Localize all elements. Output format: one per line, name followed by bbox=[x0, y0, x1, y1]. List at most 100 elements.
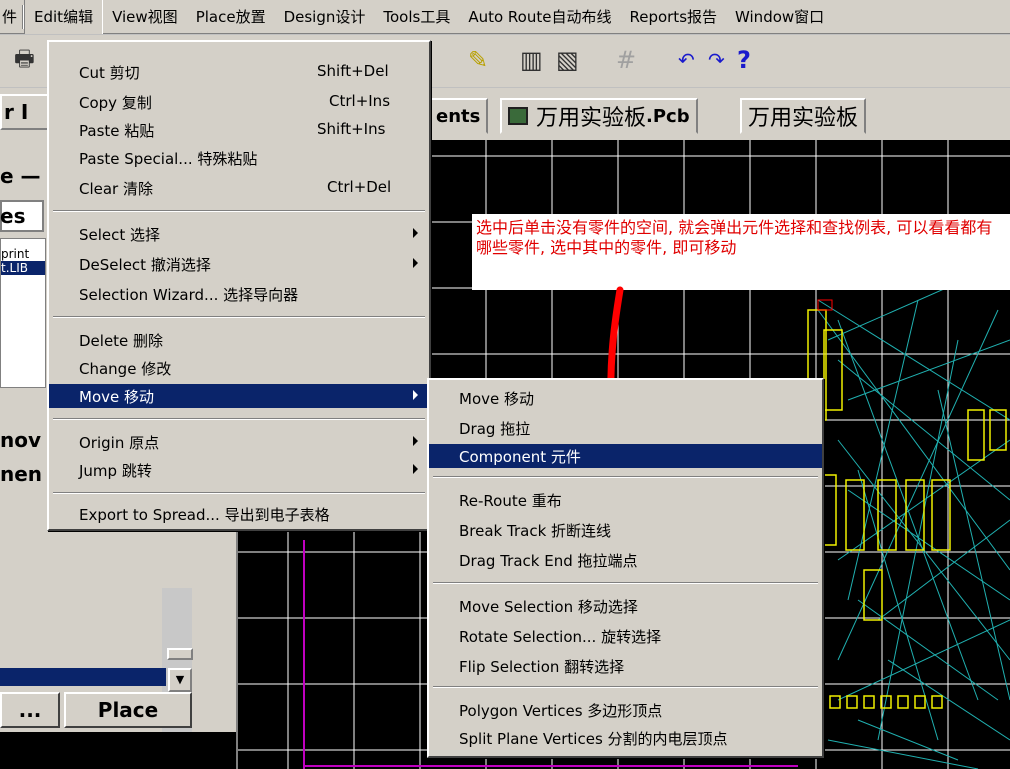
tab-board[interactable]: 万用实验板 bbox=[740, 98, 867, 134]
menu-item-break-track[interactable]: Break Track 折断连线 bbox=[429, 518, 822, 542]
component-pad bbox=[897, 695, 909, 709]
component-outline bbox=[931, 479, 951, 551]
menu-item-deselect[interactable]: DeSelect 撤消选择 bbox=[49, 252, 429, 276]
menu-item-change[interactable]: Change 修改 bbox=[49, 356, 429, 380]
component-pad bbox=[863, 695, 875, 709]
list-item[interactable]: print bbox=[1, 247, 45, 261]
menu-item-move-selection[interactable]: Move Selection 移动选择 bbox=[429, 594, 822, 618]
panel-preview bbox=[0, 732, 236, 769]
menu-item-split-plane-vertices[interactable]: Split Plane Vertices 分割的内电层顶点 bbox=[429, 726, 822, 750]
menu-item-component[interactable]: Component 元件 bbox=[429, 444, 822, 468]
menu-view[interactable]: View视图 bbox=[103, 0, 187, 34]
menu-tools[interactable]: Tools工具 bbox=[374, 0, 459, 34]
submenu-arrow-icon bbox=[413, 464, 418, 474]
browse-select-value: es bbox=[0, 204, 26, 228]
menu-item-flip-selection[interactable]: Flip Selection 翻转选择 bbox=[429, 654, 822, 678]
menu-separator bbox=[53, 418, 425, 420]
ratsnest-line bbox=[847, 339, 1010, 401]
selected-list-row[interactable] bbox=[0, 668, 166, 686]
pen-icon[interactable]: ✎ bbox=[468, 47, 488, 73]
scroll-down-arrow-icon[interactable]: ▼ bbox=[168, 668, 192, 692]
submenu-arrow-icon bbox=[413, 228, 418, 238]
ratsnest-line bbox=[857, 719, 959, 761]
tab-pcb-active[interactable]: 万用实验板 .Pcb bbox=[500, 98, 698, 134]
ratsnest-line bbox=[887, 659, 1010, 741]
component-pad bbox=[846, 695, 858, 709]
tab-label-suffix: .Pcb bbox=[646, 105, 690, 127]
library-icon[interactable]: ▥ bbox=[520, 47, 543, 73]
list-item-selected[interactable]: t.LIB bbox=[1, 261, 45, 275]
menu-separator bbox=[433, 476, 818, 478]
component-pad bbox=[914, 695, 926, 709]
tab-label: ents bbox=[436, 105, 481, 127]
menu-edit[interactable]: Edit编辑 bbox=[24, 0, 104, 34]
tab-label: 万用实验板 bbox=[748, 106, 859, 131]
menu-item-copy[interactable]: Copy 复制 Ctrl+Ins bbox=[49, 90, 429, 114]
printer-icon[interactable]: 🖶 bbox=[14, 47, 35, 73]
menu-item-rotate-selection[interactable]: Rotate Selection... 旋转选择 bbox=[429, 624, 822, 648]
ratsnest-line bbox=[827, 739, 979, 769]
menu-item-cut[interactable]: Cut 剪切 Shift+Del bbox=[49, 60, 429, 84]
tab-label: 万用实验板 bbox=[536, 106, 647, 131]
menu-window[interactable]: Window窗口 bbox=[726, 0, 833, 34]
submenu-arrow-icon bbox=[413, 258, 418, 268]
pcb-document-icon bbox=[508, 107, 528, 125]
menu-separator bbox=[433, 582, 818, 584]
menu-place[interactable]: Place放置 bbox=[187, 0, 275, 34]
scrollbar-thumb[interactable] bbox=[167, 648, 193, 660]
menu-item-origin[interactable]: Origin 原点 bbox=[49, 430, 429, 454]
ratsnest-line bbox=[857, 599, 999, 701]
menu-separator bbox=[53, 210, 425, 212]
annotation-note: 选中后单击没有零件的空间, 就会弹出元件选择和查找例表, 可以看看都有哪些零件,… bbox=[472, 214, 1010, 290]
menu-item-clear[interactable]: Clear 清除 Ctrl+Del bbox=[49, 176, 429, 200]
browse-group-label: e — bbox=[0, 164, 41, 188]
menu-separator bbox=[53, 316, 425, 318]
tab-documents[interactable]: ents bbox=[428, 98, 489, 134]
menu-file[interactable]: 件 bbox=[0, 0, 22, 34]
ratsnest-line bbox=[817, 309, 1010, 571]
menu-separator bbox=[433, 686, 818, 688]
component-pad bbox=[931, 695, 943, 709]
ratsnest-line bbox=[837, 319, 979, 701]
move-submenu: Move 移动 Drag 拖拉 Component 元件 Re-Route 重布… bbox=[427, 378, 824, 758]
undo-icon[interactable]: ↶ bbox=[678, 47, 695, 73]
menu-item-paste-special[interactable]: Paste Special... 特殊粘贴 bbox=[49, 146, 429, 170]
menu-item-move[interactable]: Move 移动 bbox=[49, 384, 429, 408]
panel-tab-label: r I bbox=[4, 100, 29, 124]
ratsnest-line bbox=[847, 489, 1010, 601]
component-label-partial: nen bbox=[0, 462, 43, 486]
menu-separator bbox=[53, 492, 425, 494]
menu-reports[interactable]: Reports报告 bbox=[620, 0, 726, 34]
menu-auto-route[interactable]: Auto Route自动布线 bbox=[459, 0, 620, 34]
move-button-partial[interactable]: nov bbox=[0, 428, 41, 452]
browse-library-icon[interactable]: ▧ bbox=[556, 47, 579, 73]
menu-item-select[interactable]: Select 选择 bbox=[49, 222, 429, 246]
component-outline bbox=[967, 409, 985, 461]
submenu-arrow-icon bbox=[413, 436, 418, 446]
grid-icon[interactable]: # bbox=[616, 47, 636, 73]
place-button[interactable]: Place bbox=[64, 692, 192, 728]
edit-menu: Cut 剪切 Shift+Del Copy 复制 Ctrl+Ins Paste … bbox=[47, 40, 431, 531]
menu-item-jump[interactable]: Jump 跳转 bbox=[49, 458, 429, 482]
menu-item-delete[interactable]: Delete 删除 bbox=[49, 328, 429, 352]
menu-item-selection-wizard[interactable]: Selection Wizard... 选择导向器 bbox=[49, 282, 429, 306]
menu-item-re-route[interactable]: Re-Route 重布 bbox=[429, 488, 822, 512]
redo-icon[interactable]: ↷ bbox=[708, 47, 725, 73]
menu-bar: 件 Edit编辑 View视图 Place放置 Design设计 Tools工具… bbox=[0, 0, 1010, 34]
menu-item-drag[interactable]: Drag 拖拉 bbox=[429, 416, 822, 440]
menu-item-export-to-spread[interactable]: Export to Spread... 导出到电子表格 bbox=[49, 502, 429, 526]
submenu-arrow-icon bbox=[413, 390, 418, 400]
help-icon[interactable]: ? bbox=[737, 47, 751, 73]
component-outline bbox=[863, 569, 883, 621]
menu-design[interactable]: Design设计 bbox=[275, 0, 375, 34]
menu-item-drag-track-end[interactable]: Drag Track End 拖拉端点 bbox=[429, 548, 822, 572]
menu-item-polygon-vertices[interactable]: Polygon Vertices 多边形顶点 bbox=[429, 698, 822, 722]
menu-item-paste[interactable]: Paste 粘贴 Shift+Ins bbox=[49, 118, 429, 142]
ratsnest-line bbox=[937, 389, 1010, 701]
ratsnest-line bbox=[877, 519, 1010, 621]
browse-button[interactable]: ... bbox=[0, 692, 60, 728]
ratsnest-line bbox=[837, 619, 1010, 701]
menu-item-move[interactable]: Move 移动 bbox=[429, 386, 822, 410]
component-pad bbox=[829, 695, 841, 709]
library-list[interactable]: print t.LIB bbox=[0, 238, 46, 388]
